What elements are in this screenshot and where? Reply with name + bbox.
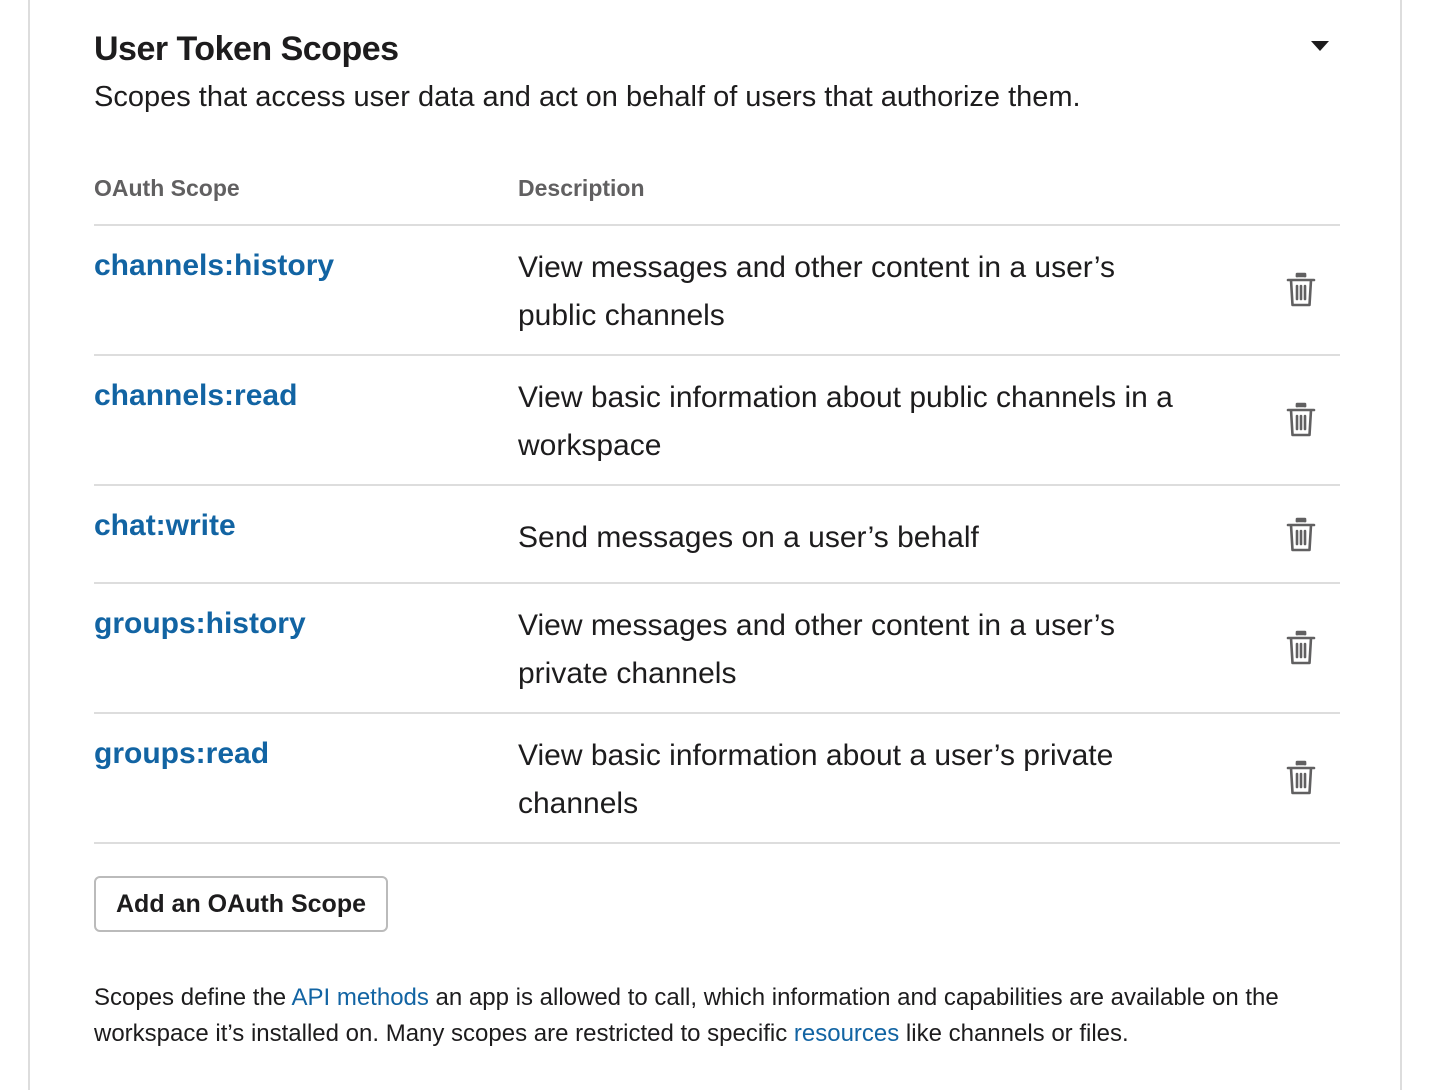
table-row: channels:history View messages and other… — [94, 226, 1340, 356]
caret-down-icon[interactable] — [1306, 34, 1334, 58]
scope-link-groups-history[interactable]: groups:history — [94, 604, 306, 644]
table-row: chat:write Send messages on a user’s beh… — [94, 486, 1340, 584]
scope-link-channels-history[interactable]: channels:history — [94, 246, 334, 286]
trash-icon[interactable] — [1284, 515, 1318, 555]
column-header-description: Description — [518, 175, 645, 201]
scopes-footnote: Scopes define the API methods an app is … — [94, 980, 1334, 1052]
scope-description: View messages and other content in a use… — [518, 609, 1116, 690]
add-oauth-scope-button[interactable]: Add an OAuth Scope — [94, 876, 388, 932]
trash-icon[interactable] — [1284, 400, 1318, 440]
scope-description: View messages and other content in a use… — [518, 251, 1116, 332]
scope-description: Send messages on a user’s behalf — [518, 521, 979, 554]
scopes-panel: User Token Scopes Scopes that access use… — [28, 0, 1402, 1090]
scope-link-channels-read[interactable]: channels:read — [94, 376, 297, 416]
column-header-scope: OAuth Scope — [94, 175, 240, 201]
scope-link-chat-write[interactable]: chat:write — [94, 506, 236, 546]
scope-table: OAuth Scope Description channels:history… — [94, 168, 1340, 844]
footnote-text: Scopes define the — [94, 984, 292, 1011]
table-header: OAuth Scope Description — [94, 168, 1340, 226]
trash-icon[interactable] — [1284, 628, 1318, 668]
table-row: groups:history View messages and other c… — [94, 584, 1340, 714]
resources-link[interactable]: resources — [794, 1020, 899, 1047]
trash-icon[interactable] — [1284, 758, 1318, 798]
section-title: User Token Scopes — [94, 30, 399, 68]
section-subtitle: Scopes that access user data and act on … — [94, 81, 1081, 113]
footnote-text: like channels or files. — [899, 1020, 1129, 1047]
table-row: groups:read View basic information about… — [94, 714, 1340, 844]
scope-description: View basic information about public chan… — [518, 381, 1173, 462]
table-row: channels:read View basic information abo… — [94, 356, 1340, 486]
api-methods-link[interactable]: API methods — [291, 984, 428, 1011]
trash-icon[interactable] — [1284, 270, 1318, 310]
scope-description: View basic information about a user’s pr… — [518, 739, 1114, 820]
scope-link-groups-read[interactable]: groups:read — [94, 734, 269, 774]
